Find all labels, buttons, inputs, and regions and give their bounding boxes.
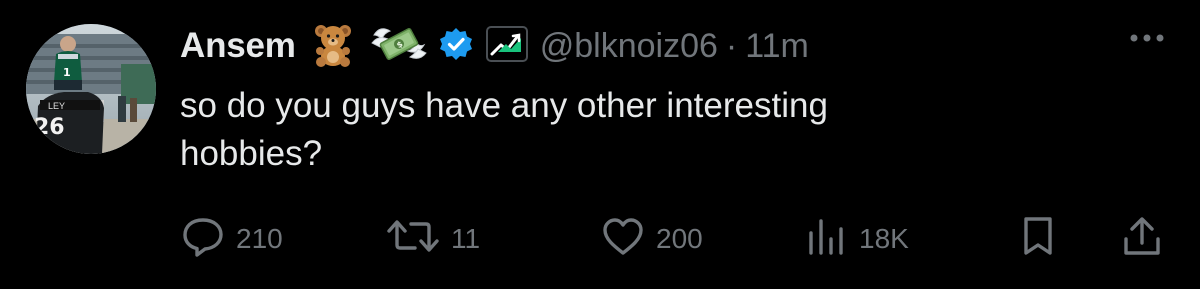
views-button[interactable]: 18K	[805, 214, 909, 264]
tweet-header: Ansem $ @blknoiz06 · 11m	[180, 16, 809, 76]
display-name[interactable]: Ansem	[180, 26, 296, 66]
repost-count: 11	[451, 223, 481, 254]
teddy-bear-icon	[310, 21, 356, 72]
avatar[interactable]: LEY 26 1	[26, 24, 156, 154]
share-button[interactable]	[1120, 214, 1164, 264]
avatar-jersey-name: LEY	[48, 101, 65, 111]
heart-icon	[600, 215, 646, 264]
views-count: 18K	[859, 223, 909, 254]
avatar-photo: LEY 26 1	[26, 24, 156, 154]
more-options-icon[interactable]	[1128, 28, 1168, 48]
bookmark-button[interactable]	[1018, 214, 1058, 264]
views-chart-icon	[805, 215, 849, 264]
bookmark-icon	[1018, 215, 1058, 264]
reply-icon	[180, 215, 226, 264]
verified-badge-icon[interactable]	[438, 26, 474, 67]
money-with-wings-icon: $	[370, 21, 428, 72]
like-count: 200	[656, 223, 703, 254]
share-icon	[1120, 215, 1164, 264]
affiliate-badge-icon[interactable]	[485, 25, 528, 67]
repost-icon	[385, 215, 441, 264]
tweet-text: so do you guys have any other interestin…	[180, 86, 828, 173]
separator-dot: ·	[725, 26, 738, 65]
tweet[interactable]: LEY 26 1 Ansem $ @blknoiz06 · 11m so do …	[0, 0, 1200, 289]
user-handle[interactable]: @blknoiz06	[540, 27, 718, 66]
repost-button[interactable]: 11	[385, 214, 480, 264]
reply-count: 210	[236, 223, 283, 254]
tweet-timestamp[interactable]: 11m	[745, 27, 809, 66]
avatar-shirt-number: 1	[63, 66, 71, 79]
reply-button[interactable]: 210	[180, 214, 283, 264]
avatar-jersey-number: 26	[34, 115, 65, 140]
like-button[interactable]: 200	[600, 214, 703, 264]
tweet-actions: 210 11 200 18K	[180, 214, 1170, 264]
